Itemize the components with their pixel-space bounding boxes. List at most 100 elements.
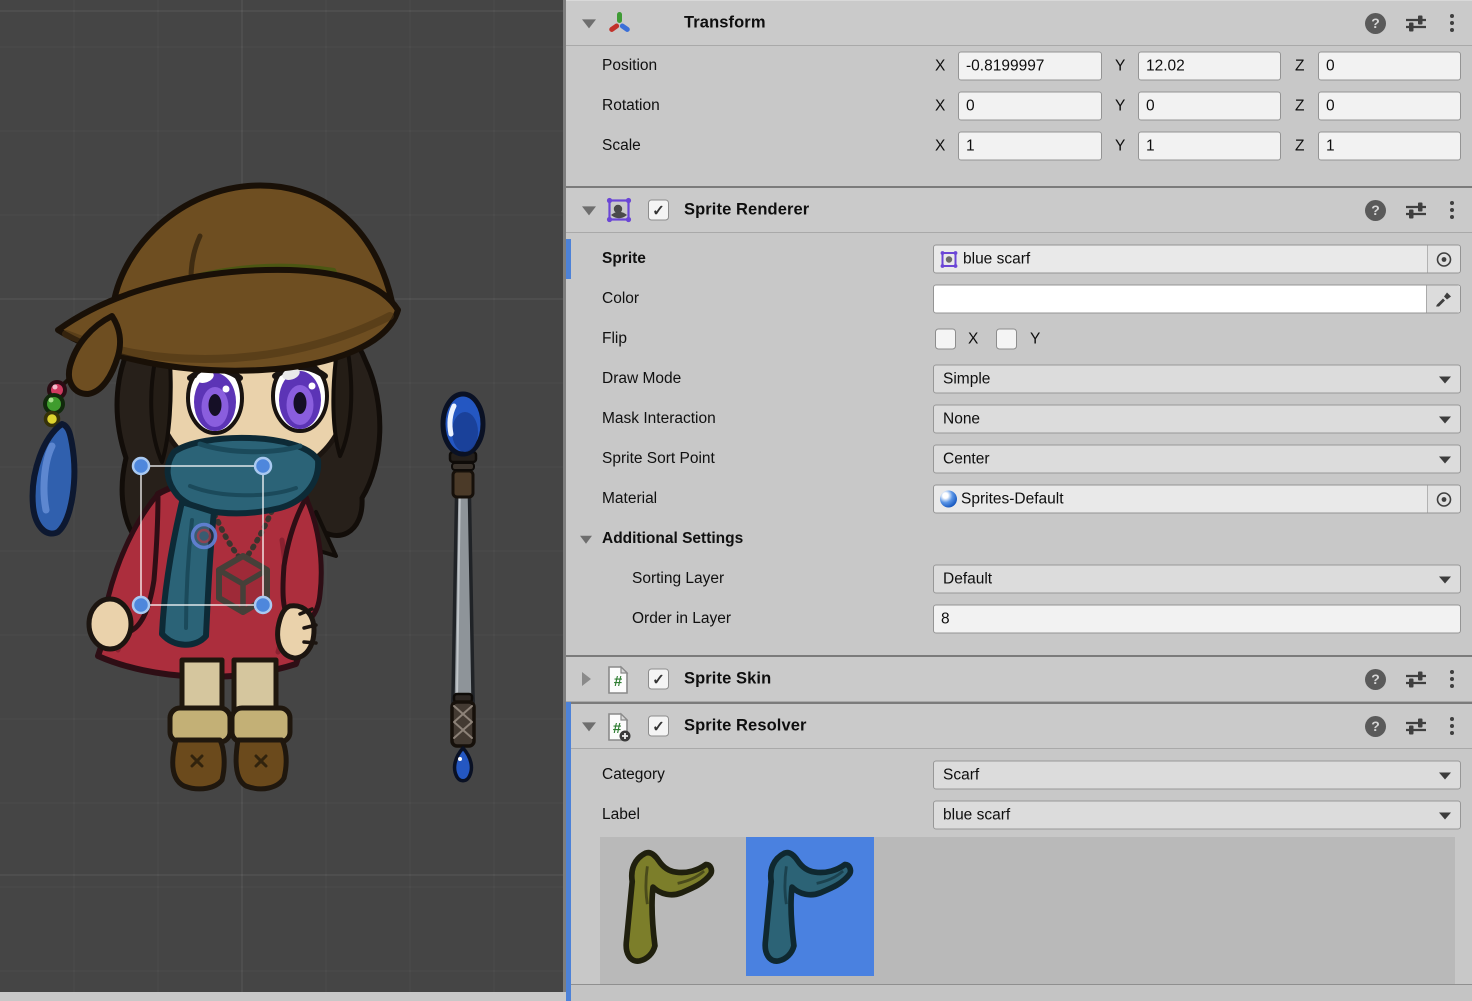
flip-x-checkbox[interactable] [935, 329, 956, 350]
dropdown-arrow-icon [1439, 417, 1451, 424]
sorting-layer-label: Sorting Layer [632, 570, 724, 588]
sprite-sort-point-label: Sprite Sort Point [602, 450, 715, 468]
mask-interaction-value: None [943, 411, 980, 428]
order-in-layer-field[interactable]: 8 [933, 605, 1461, 634]
transform-header[interactable]: Transform ? [566, 1, 1472, 46]
eyedropper-button[interactable] [1426, 286, 1460, 313]
sprite-object-field[interactable]: blue scarf [933, 245, 1461, 274]
selection-handle[interactable] [133, 597, 149, 613]
foldout-open-icon[interactable] [582, 19, 596, 28]
sprite-resolver-header[interactable]: # ✓ Sprite Resolver ? [566, 702, 1472, 749]
position-label: Position [602, 57, 657, 75]
position-y-field[interactable]: 12.02 [1138, 52, 1281, 81]
position-x-field[interactable]: -0.8199997 [958, 52, 1102, 81]
sprite-sort-point-row: Sprite Sort Point Center [566, 439, 1472, 479]
presets-icon[interactable] [1405, 670, 1427, 688]
kebab-menu-icon[interactable] [1446, 12, 1458, 34]
flip-x-label: X [968, 330, 978, 348]
sprite-renderer-icon [605, 196, 633, 224]
object-picker-button[interactable] [1427, 246, 1460, 273]
component-enabled-checkbox[interactable]: ✓ [648, 716, 669, 737]
foldout-open-icon[interactable] [580, 536, 592, 544]
position-z-field[interactable]: 0 [1318, 52, 1461, 81]
rotation-y-field[interactable]: 0 [1138, 92, 1281, 121]
presets-icon[interactable] [1405, 717, 1427, 735]
component-title: Sprite Skin [684, 670, 771, 689]
presets-icon[interactable] [1405, 201, 1427, 219]
kebab-menu-icon[interactable] [1446, 668, 1458, 690]
scale-row: Scale X 1 Y 1 Z 1 [566, 126, 1472, 166]
draw-mode-dropdown[interactable]: Simple [933, 365, 1461, 394]
axis-x-label: X [935, 137, 945, 155]
help-icon[interactable]: ? [1365, 716, 1386, 737]
additional-settings-row[interactable]: Additional Settings [566, 519, 1472, 559]
foldout-closed-icon[interactable] [582, 672, 591, 686]
hat-beads [45, 378, 70, 426]
sprite-resolver-body: Category Scarf Label blue scarf [566, 749, 1472, 1001]
label-row: Label blue scarf [566, 795, 1472, 835]
help-icon[interactable]: ? [1365, 200, 1386, 221]
category-dropdown[interactable]: Scarf [933, 761, 1461, 790]
sprite-mini-icon [939, 249, 959, 269]
axis-x-label: X [935, 97, 945, 115]
prefab-override-bar [566, 239, 571, 279]
sprite-renderer-body: Sprite blue scarf [566, 233, 1472, 655]
sorting-layer-value: Default [943, 571, 992, 588]
sprite-skin-header[interactable]: # ✓ Sprite Skin ? [566, 655, 1472, 702]
order-in-layer-label: Order in Layer [632, 610, 731, 628]
selection-handle[interactable] [255, 597, 271, 613]
order-in-layer-row: Order in Layer 8 [566, 599, 1472, 639]
draw-mode-label: Draw Mode [602, 370, 681, 388]
scale-x-field[interactable]: 1 [958, 132, 1102, 161]
color-label: Color [602, 290, 639, 308]
component-title: Transform [684, 14, 766, 33]
scene-canvas[interactable] [0, 0, 563, 992]
prefab-override-bar [566, 702, 571, 1001]
foldout-open-icon[interactable] [582, 206, 596, 215]
help-icon[interactable]: ? [1365, 13, 1386, 34]
component-enabled-checkbox[interactable]: ✓ [648, 669, 669, 690]
dropdown-arrow-icon [1439, 457, 1451, 464]
sorting-layer-row: Sorting Layer Default [566, 559, 1472, 599]
selection-handle[interactable] [255, 458, 271, 474]
foldout-open-icon[interactable] [582, 722, 596, 731]
axis-z-label: Z [1295, 97, 1304, 115]
scale-z-field[interactable]: 1 [1318, 132, 1461, 161]
sprite-skin-script-icon: # [605, 665, 633, 693]
scene-view[interactable] [0, 0, 563, 992]
color-swatch[interactable] [933, 285, 1461, 314]
presets-icon[interactable] [1405, 14, 1427, 32]
label-dropdown[interactable]: blue scarf [933, 801, 1461, 830]
rotation-z-field[interactable]: 0 [1318, 92, 1461, 121]
component-title: Sprite Renderer [684, 201, 809, 220]
svg-text:#: # [614, 673, 623, 690]
sorting-layer-dropdown[interactable]: Default [933, 565, 1461, 594]
scale-y-field[interactable]: 1 [1138, 132, 1281, 161]
dropdown-arrow-icon [1439, 773, 1451, 780]
axis-z-label: Z [1295, 137, 1304, 155]
sprite-variant-green-scarf[interactable] [607, 837, 735, 976]
component-enabled-checkbox[interactable]: ✓ [648, 200, 669, 221]
kebab-menu-icon[interactable] [1446, 715, 1458, 737]
flip-y-checkbox[interactable] [996, 329, 1017, 350]
mask-interaction-row: Mask Interaction None [566, 399, 1472, 439]
sprite-renderer-header[interactable]: ✓ Sprite Renderer ? [566, 186, 1472, 233]
kebab-menu-icon[interactable] [1446, 199, 1458, 221]
dropdown-arrow-icon [1439, 377, 1451, 384]
rotation-x-field[interactable]: 0 [958, 92, 1102, 121]
sprite-variant-blue-scarf-selected[interactable] [746, 837, 874, 976]
selection-handle[interactable] [133, 458, 149, 474]
mask-interaction-dropdown[interactable]: None [933, 405, 1461, 434]
label-value: blue scarf [943, 807, 1010, 824]
staff-sprite[interactable] [443, 394, 483, 781]
sprite-resolver-section: # ✓ Sprite Resolver ? [566, 702, 1472, 1001]
material-object-field[interactable]: Sprites-Default [933, 485, 1461, 514]
sprite-pivot-gizmo[interactable] [193, 525, 216, 548]
position-row: Position X -0.8199997 Y 12.02 Z 0 [566, 46, 1472, 86]
object-picker-button[interactable] [1427, 486, 1460, 513]
character-sprite[interactable] [33, 185, 398, 788]
help-icon[interactable]: ? [1365, 669, 1386, 690]
sprite-sort-point-dropdown[interactable]: Center [933, 445, 1461, 474]
draw-mode-row: Draw Mode Simple [566, 359, 1472, 399]
flip-label: Flip [602, 330, 627, 348]
